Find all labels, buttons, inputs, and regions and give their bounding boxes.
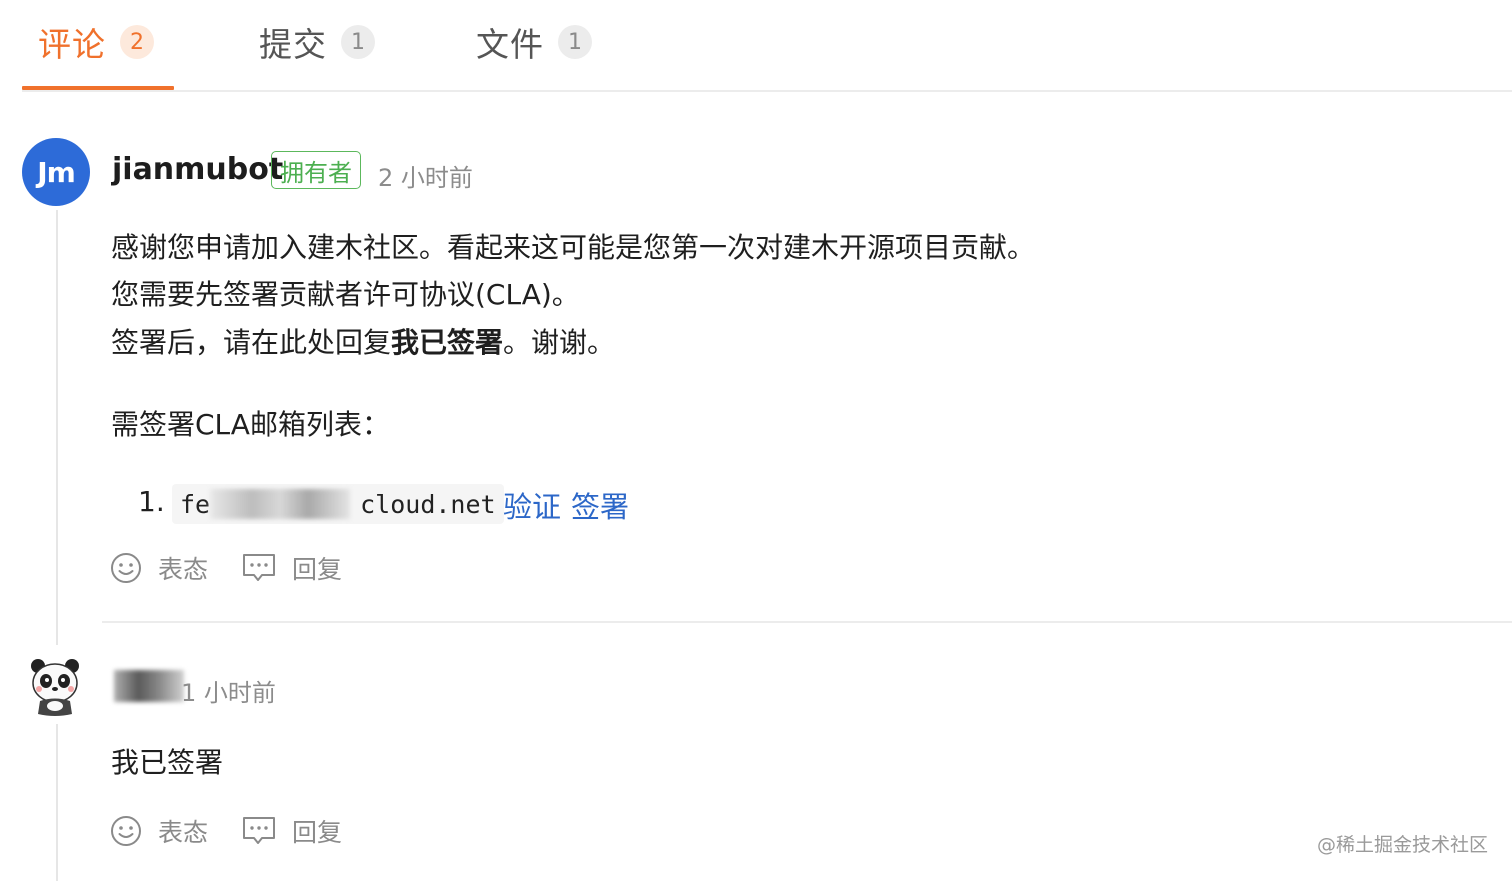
email-end: cloud.net — [360, 489, 496, 519]
redacted-author-name[interactable] — [114, 670, 184, 702]
comment-line: 签署后，请在此处回复我已签署。谢谢。 — [111, 319, 615, 367]
comment-tabs: 评论 2 提交 1 文件 1 — [0, 0, 1512, 92]
tab-commits[interactable]: 提交 1 — [259, 18, 375, 66]
reply-label: 回复 — [292, 818, 343, 847]
reply-instruction-prefix: 签署后，请在此处回复 — [111, 326, 392, 359]
tab-label: 评论 — [38, 25, 106, 64]
comment-line: 您需要先签署贡献者许可协议(CLA)。 — [111, 278, 580, 311]
reply-keyword: 我已签署 — [391, 326, 504, 359]
react-label: 表态 — [158, 555, 209, 584]
watermark: @稀土掘金技术社区 — [1316, 834, 1488, 856]
comment-author[interactable]: jianmubot — [112, 152, 283, 187]
comment-icon — [242, 815, 276, 847]
timeline-line — [56, 724, 58, 881]
tab-files[interactable]: 文件 1 — [476, 18, 592, 66]
tab-count-badge: 2 — [120, 25, 154, 59]
avatar[interactable] — [24, 656, 86, 718]
panda-avatar-icon — [31, 659, 79, 716]
react-button[interactable]: 表态 — [110, 813, 208, 849]
active-tab-indicator — [22, 86, 174, 90]
email-start: fe — [180, 489, 211, 519]
list-number: 1. — [138, 485, 165, 518]
tab-comments[interactable]: 评论 2 — [38, 18, 154, 66]
sign-link[interactable]: 签署 — [571, 484, 629, 526]
smile-icon — [110, 815, 142, 847]
redacted-email-mask — [210, 489, 350, 519]
smile-icon — [110, 552, 142, 584]
comment-line: 感谢您申请加入建木社区。看起来这可能是您第一次对建木开源项目贡献。 — [111, 231, 1036, 264]
comment-separator — [102, 621, 1512, 623]
comment-time: 2 小时前 — [378, 164, 473, 192]
reply-label: 回复 — [292, 555, 343, 584]
avatar-text: Jm — [37, 155, 76, 189]
tab-count-badge: 1 — [341, 25, 375, 59]
tab-label: 提交 — [259, 25, 327, 64]
reply-button[interactable]: 回复 — [242, 813, 342, 849]
reply-instruction-suffix: 。谢谢。 — [503, 326, 616, 359]
comment-actions: 表态 回复 — [110, 813, 376, 849]
verify-link[interactable]: 验证 — [503, 484, 561, 526]
owner-badge: 拥有者 — [271, 151, 361, 189]
react-button[interactable]: 表态 — [110, 550, 208, 586]
comment-line: 我已签署 — [111, 746, 224, 779]
tab-label: 文件 — [476, 25, 544, 64]
comment-time: 1 小时前 — [181, 679, 276, 707]
reply-button[interactable]: 回复 — [242, 550, 342, 586]
tabs-divider — [22, 90, 1512, 92]
avatar[interactable]: Jm — [22, 138, 90, 206]
react-label: 表态 — [158, 818, 209, 847]
comment-actions: 表态 回复 — [110, 550, 376, 586]
comment-icon — [242, 552, 276, 584]
tab-count-badge: 1 — [558, 25, 592, 59]
timeline-line — [56, 210, 58, 645]
email-list-title: 需签署CLA邮箱列表： — [111, 408, 390, 441]
